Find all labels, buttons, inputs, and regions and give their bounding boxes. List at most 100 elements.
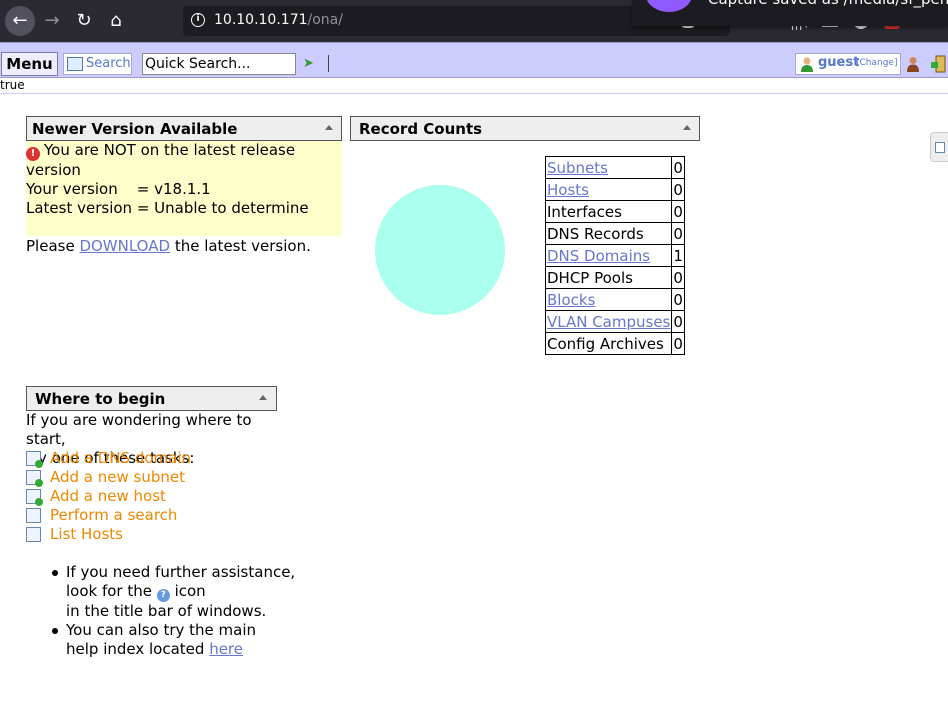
tip-text: icon	[174, 582, 206, 600]
collapse-icon[interactable]	[259, 395, 267, 400]
record-count-label[interactable]: Blocks	[544, 288, 673, 311]
record-count-row: DNS Domains 1	[544, 244, 685, 267]
version-warning-text: You are NOT on the latest release versio…	[26, 141, 296, 179]
record-count-label[interactable]: DNS Domains	[544, 244, 673, 267]
record-count-label[interactable]: VLAN Campuses	[544, 310, 673, 333]
record-count-value: 0	[671, 266, 685, 289]
record-count-value: 0	[671, 332, 685, 355]
warning-icon: !	[26, 147, 40, 161]
record-count-row: Subnets 0	[544, 156, 685, 179]
tip-item: You can also try the main help index loc…	[52, 621, 295, 659]
user-box[interactable]: guest [Change]	[795, 53, 901, 75]
collapse-icon[interactable]	[325, 125, 333, 130]
url-host: 10.10.10.171	[214, 12, 308, 28]
tip-line: in the title bar of windows.	[66, 602, 267, 620]
help-index-link[interactable]: here	[209, 640, 243, 658]
capture-notification: Capture saved as /media/sf_pentest	[632, 0, 948, 26]
go-arrow-icon[interactable]: ➤	[303, 56, 314, 71]
task-label: List Hosts	[50, 525, 123, 543]
task-label: Add a new host	[50, 487, 166, 505]
bullet	[52, 570, 58, 576]
record-counts-title: Record Counts	[350, 116, 700, 141]
tip-text: help index located	[66, 640, 210, 658]
record-count-value: 0	[671, 200, 685, 223]
record-count-value: 0	[671, 288, 685, 311]
bullet	[52, 628, 58, 634]
add-host-icon	[26, 489, 43, 506]
user-icon	[801, 57, 813, 72]
menu-button[interactable]: Menu	[1, 52, 58, 76]
quick-search-input[interactable]	[142, 53, 296, 75]
notification-avatar	[646, 0, 692, 12]
side-panel-tab[interactable]	[930, 132, 948, 162]
record-count-row: VLAN Campuses 0	[544, 310, 685, 333]
add-subnet-icon	[26, 470, 43, 487]
user-name: guest	[818, 55, 860, 70]
task-label: Add a new subnet	[50, 468, 185, 486]
record-count-value: 1	[671, 244, 685, 267]
forward-button[interactable]: →	[38, 7, 66, 35]
search-button[interactable]: Search	[63, 53, 132, 75]
tip-line: help index located here	[66, 640, 295, 659]
divider	[0, 93, 948, 94]
help-icon: ?	[156, 589, 170, 602]
intro-line: If you are wondering where to start,	[26, 411, 252, 448]
debug-output-text: true	[0, 78, 25, 92]
record-count-label[interactable]: Hosts	[544, 178, 673, 201]
site-info-icon[interactable]: i	[191, 13, 205, 27]
record-count-row: Config Archives 0	[544, 332, 685, 355]
admin-user-icon[interactable]	[906, 56, 920, 72]
record-count-label[interactable]: Subnets	[544, 156, 673, 179]
list-icon	[935, 142, 945, 153]
change-user-link[interactable]: [Change]	[856, 58, 897, 68]
browser-toolbar: ← → ↻ ⌂ i 10.10.10.171/ona/ ☆ |||\ ≡ Cap…	[0, 0, 948, 42]
add-dns-domain-icon	[26, 451, 43, 468]
download-prefix: Please	[26, 237, 80, 255]
record-counts-pie	[375, 185, 505, 315]
download-line: Please DOWNLOAD the latest version.	[26, 237, 342, 256]
collapse-icon[interactable]	[683, 125, 691, 130]
tip-text: look for the	[66, 582, 152, 600]
url-path: /ona/	[307, 12, 343, 28]
search-button-label: Search	[86, 56, 131, 71]
logout-icon[interactable]	[930, 55, 946, 73]
download-link[interactable]: DOWNLOAD	[79, 237, 170, 255]
search-icon	[26, 508, 41, 523]
record-counts-table: Subnets 0 Hosts 0 Interfaces 0 DNS Records 0 DNS…	[544, 156, 685, 355]
download-suffix: the latest version.	[170, 237, 311, 255]
task-label: Add a DNS domain	[50, 449, 192, 467]
url-text[interactable]: 10.10.10.171/ona/	[214, 12, 343, 28]
record-count-label: Config Archives	[544, 332, 673, 355]
record-count-label: Interfaces	[544, 200, 673, 223]
tip-item: If you need further assistance, look for…	[52, 563, 296, 621]
record-counts-heading: Record Counts	[359, 120, 483, 138]
version-panel-heading: Newer Version Available	[32, 120, 238, 138]
record-count-value: 0	[671, 178, 685, 201]
where-to-begin-title: Where to begin	[26, 386, 277, 411]
record-count-row: Hosts 0	[544, 178, 685, 201]
tip-line: If you need further assistance,	[66, 563, 296, 581]
record-count-row: Interfaces 0	[544, 200, 685, 223]
record-count-value: 0	[671, 310, 685, 333]
version-panel-title: Newer Version Available	[26, 116, 342, 141]
latest-version: Latest version = Unable to determine	[26, 199, 309, 217]
back-button[interactable]: ←	[5, 6, 35, 36]
reload-button[interactable]: ↻	[70, 7, 98, 35]
record-count-value: 0	[671, 156, 685, 179]
search-form-icon	[67, 57, 83, 71]
task-label: Perform a search	[50, 506, 178, 524]
where-to-begin-heading: Where to begin	[35, 390, 166, 408]
record-count-row: DNS Records 0	[544, 222, 685, 245]
version-warning: ! You are NOT on the latest release versi…	[26, 141, 342, 180]
home-button[interactable]: ⌂	[102, 7, 130, 35]
your-version: Your version = v18.1.1	[26, 180, 211, 198]
toolbar-divider	[328, 55, 329, 72]
ona-toolbar: Menu Search ➤ guest [Change]	[0, 42, 948, 78]
tip-line: You can also try the main	[66, 621, 257, 639]
record-count-value: 0	[671, 222, 685, 245]
notification-text: Capture saved as /media/sf_pentest	[708, 0, 948, 8]
record-count-row: Blocks 0	[544, 288, 685, 311]
record-count-label: DHCP Pools	[544, 266, 673, 289]
version-panel-body: ! You are NOT on the latest release versi…	[26, 141, 342, 255]
tip-line: look for the ? icon	[66, 582, 295, 602]
